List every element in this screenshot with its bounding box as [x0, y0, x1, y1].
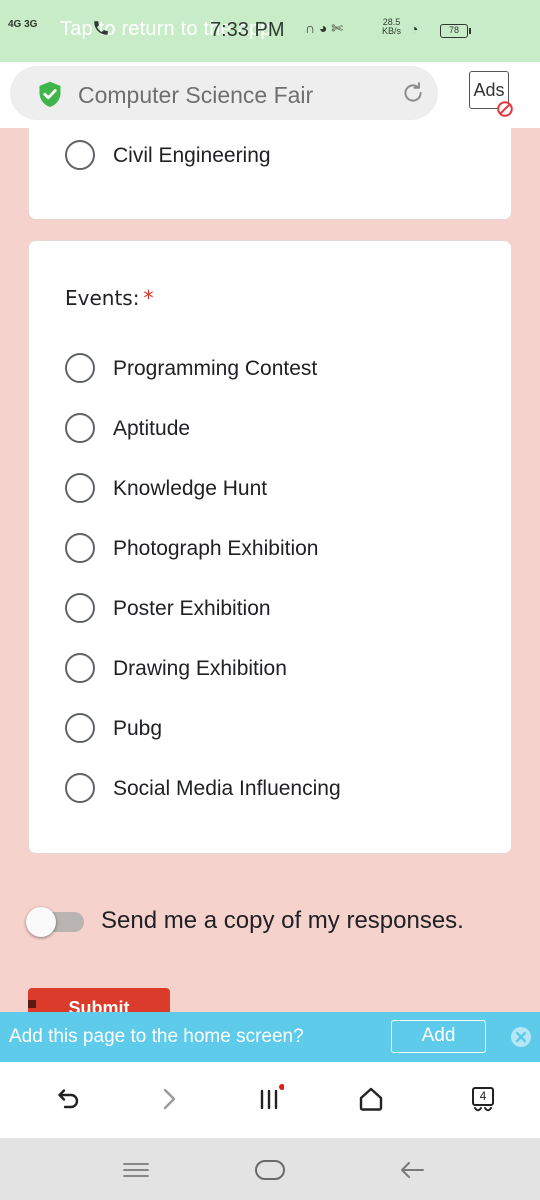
- network-speed: 28.5 KB/s: [382, 18, 401, 36]
- status-bar[interactable]: Tap to return to the app 4G 3G 7:33 PM ∩…: [0, 0, 540, 62]
- battery-icon: 78: [440, 24, 471, 38]
- required-asterisk: *: [143, 286, 154, 310]
- option-civil-engineering[interactable]: Civil Engineering: [65, 138, 495, 172]
- tabs-switcher-icon[interactable]: 4: [468, 1084, 498, 1114]
- undo-back-icon[interactable]: [52, 1084, 82, 1114]
- option-drawing-exhibition[interactable]: Drawing Exhibition: [65, 651, 495, 685]
- add-to-home-banner: Add this page to the home screen? Add: [0, 1012, 540, 1062]
- question-title-text: Events:: [65, 286, 140, 310]
- browser-address-bar: Computer Science Fair Ads: [0, 62, 540, 128]
- toggle-knob[interactable]: [26, 907, 56, 937]
- option-social-media-influencing[interactable]: Social Media Influencing: [65, 771, 495, 805]
- radio-button[interactable]: [65, 593, 95, 623]
- add-to-home-button[interactable]: Add: [391, 1020, 486, 1053]
- send-copy-label: Send me a copy of my responses.: [101, 907, 464, 934]
- menu-icon[interactable]: [254, 1084, 284, 1114]
- reload-icon[interactable]: [400, 80, 426, 106]
- option-label: Knowledge Hunt: [113, 477, 268, 500]
- wifi-icon: ◔: [410, 21, 419, 37]
- home-icon[interactable]: [356, 1084, 386, 1114]
- option-programming-contest[interactable]: Programming Contest: [65, 351, 495, 385]
- send-copy-toggle[interactable]: [26, 907, 84, 937]
- signal-icon: 4G 3G: [8, 19, 38, 30]
- option-label: Photograph Exhibition: [113, 537, 319, 560]
- add-to-home-text: Add this page to the home screen?: [9, 1026, 304, 1047]
- network-speed-unit: KB/s: [382, 26, 402, 36]
- radio-button[interactable]: [65, 713, 95, 743]
- radio-button[interactable]: [65, 353, 95, 383]
- radio-button[interactable]: [65, 653, 95, 683]
- option-aptitude[interactable]: Aptitude: [65, 411, 495, 445]
- close-icon[interactable]: [510, 1026, 532, 1048]
- back-nav-icon[interactable]: [396, 1156, 428, 1184]
- option-label: Drawing Exhibition: [113, 657, 287, 680]
- page-title[interactable]: Computer Science Fair: [78, 82, 313, 109]
- radio-button[interactable]: [65, 413, 95, 443]
- radio-button[interactable]: [65, 533, 95, 563]
- radio-button[interactable]: [65, 140, 95, 170]
- recent-apps-icon[interactable]: [120, 1156, 152, 1184]
- system-navigation-bar: [0, 1138, 540, 1200]
- url-pill[interactable]: Computer Science Fair: [10, 66, 438, 120]
- tabs-count: 4: [479, 1089, 487, 1103]
- notification-icons: ∩ ◕ ✄: [305, 20, 344, 36]
- option-label: Civil Engineering: [113, 144, 271, 167]
- clock-time: 7:33 PM: [210, 19, 285, 41]
- option-label: Pubg: [113, 717, 163, 740]
- radio-button[interactable]: [65, 473, 95, 503]
- ads-label: Ads: [473, 80, 505, 100]
- submit-mark: [28, 1000, 36, 1008]
- phone-call-icon[interactable]: [92, 19, 110, 37]
- question-card-department: Civil Engineering: [28, 128, 512, 220]
- question-title: Events: *: [65, 286, 153, 310]
- home-nav-icon[interactable]: [254, 1156, 286, 1184]
- option-photograph-exhibition[interactable]: Photograph Exhibition: [65, 531, 495, 565]
- forward-icon[interactable]: [154, 1084, 184, 1114]
- option-label: Aptitude: [113, 417, 191, 440]
- browser-toolbar: 4: [0, 1062, 540, 1138]
- option-label: Poster Exhibition: [113, 597, 271, 620]
- radio-button[interactable]: [65, 773, 95, 803]
- option-label: Social Media Influencing: [113, 777, 341, 800]
- option-poster-exhibition[interactable]: Poster Exhibition: [65, 591, 495, 625]
- option-label: Programming Contest: [113, 357, 318, 380]
- question-card-events: Events: * Programming Contest Aptitude Kn…: [28, 240, 512, 854]
- secure-shield-icon: [39, 81, 61, 107]
- option-pubg[interactable]: Pubg: [65, 711, 495, 745]
- ad-block-icon: [497, 101, 513, 117]
- option-knowledge-hunt[interactable]: Knowledge Hunt: [65, 471, 495, 505]
